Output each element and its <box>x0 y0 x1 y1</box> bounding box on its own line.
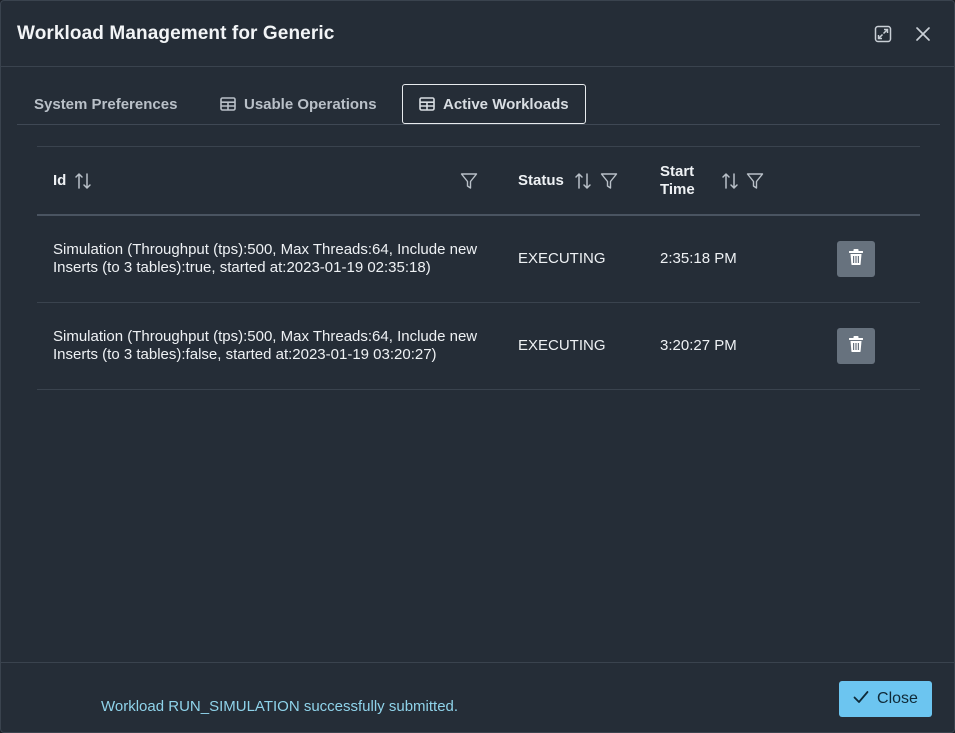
tab-label: System Preferences <box>34 95 178 113</box>
close-button[interactable]: Close <box>839 681 932 717</box>
trash-icon <box>849 335 863 357</box>
status-message: Workload RUN_SIMULATION successfully sub… <box>101 698 459 715</box>
filter-icon[interactable] <box>600 172 618 190</box>
table-header: Id Status Start Time <box>37 146 920 216</box>
close-icon <box>915 26 931 42</box>
cell-id: Simulation (Throughput (tps):500, Max Th… <box>53 241 478 276</box>
column-label-line-1: Start <box>660 163 695 180</box>
cell-status: EXECUTING <box>518 337 606 354</box>
close-dialog-button[interactable] <box>912 23 934 45</box>
column-header-id: Id <box>53 147 92 215</box>
delete-workload-button[interactable] <box>837 241 875 277</box>
delete-workload-button[interactable] <box>837 328 875 364</box>
column-label: Start Time <box>660 163 695 199</box>
tab-usable-operations[interactable]: Usable Operations <box>204 84 393 124</box>
cell-start-time: 2:35:18 PM <box>660 250 737 267</box>
workloads-table: Id Status Start Time Simulation (Through… <box>37 146 920 390</box>
column-header-start-time: Start Time <box>660 147 764 215</box>
trash-icon <box>849 248 863 270</box>
table-icon <box>220 97 236 111</box>
table-row: Simulation (Throughput (tps):500, Max Th… <box>37 216 920 303</box>
table-row: Simulation (Throughput (tps):500, Max Th… <box>37 303 920 390</box>
cell-status: EXECUTING <box>518 250 606 267</box>
column-label: Id <box>53 172 67 189</box>
sort-icon[interactable] <box>74 172 92 190</box>
check-icon <box>853 690 877 709</box>
tab-active-workloads[interactable]: Active Workloads <box>402 84 586 124</box>
tab-system-preferences[interactable]: System Preferences <box>18 84 193 124</box>
workload-dialog: Workload Management for Generic System P… <box>0 0 955 733</box>
column-label: Status <box>518 172 564 189</box>
tab-label: Active Workloads <box>443 95 569 113</box>
tab-label: Usable Operations <box>244 95 377 113</box>
column-label-line-2: Time <box>660 181 695 198</box>
tab-bar: System Preferences Usable Operations Act… <box>17 84 940 125</box>
filter-icon[interactable] <box>460 172 478 190</box>
close-button-label: Close <box>877 690 918 707</box>
sort-icon[interactable] <box>721 172 739 190</box>
cell-id: Simulation (Throughput (tps):500, Max Th… <box>53 328 478 363</box>
table-icon <box>419 97 435 111</box>
filter-icon[interactable] <box>746 172 764 190</box>
dialog-header: Workload Management for Generic <box>1 1 954 67</box>
cell-start-time: 3:20:27 PM <box>660 337 737 354</box>
column-filter-id <box>460 147 478 215</box>
dialog-title: Workload Management for Generic <box>17 23 335 44</box>
expand-icon <box>874 25 892 43</box>
sort-icon[interactable] <box>574 172 592 190</box>
expand-button[interactable] <box>872 23 894 45</box>
dialog-footer: Workload RUN_SIMULATION successfully sub… <box>1 662 954 732</box>
column-header-status: Status <box>518 147 618 215</box>
